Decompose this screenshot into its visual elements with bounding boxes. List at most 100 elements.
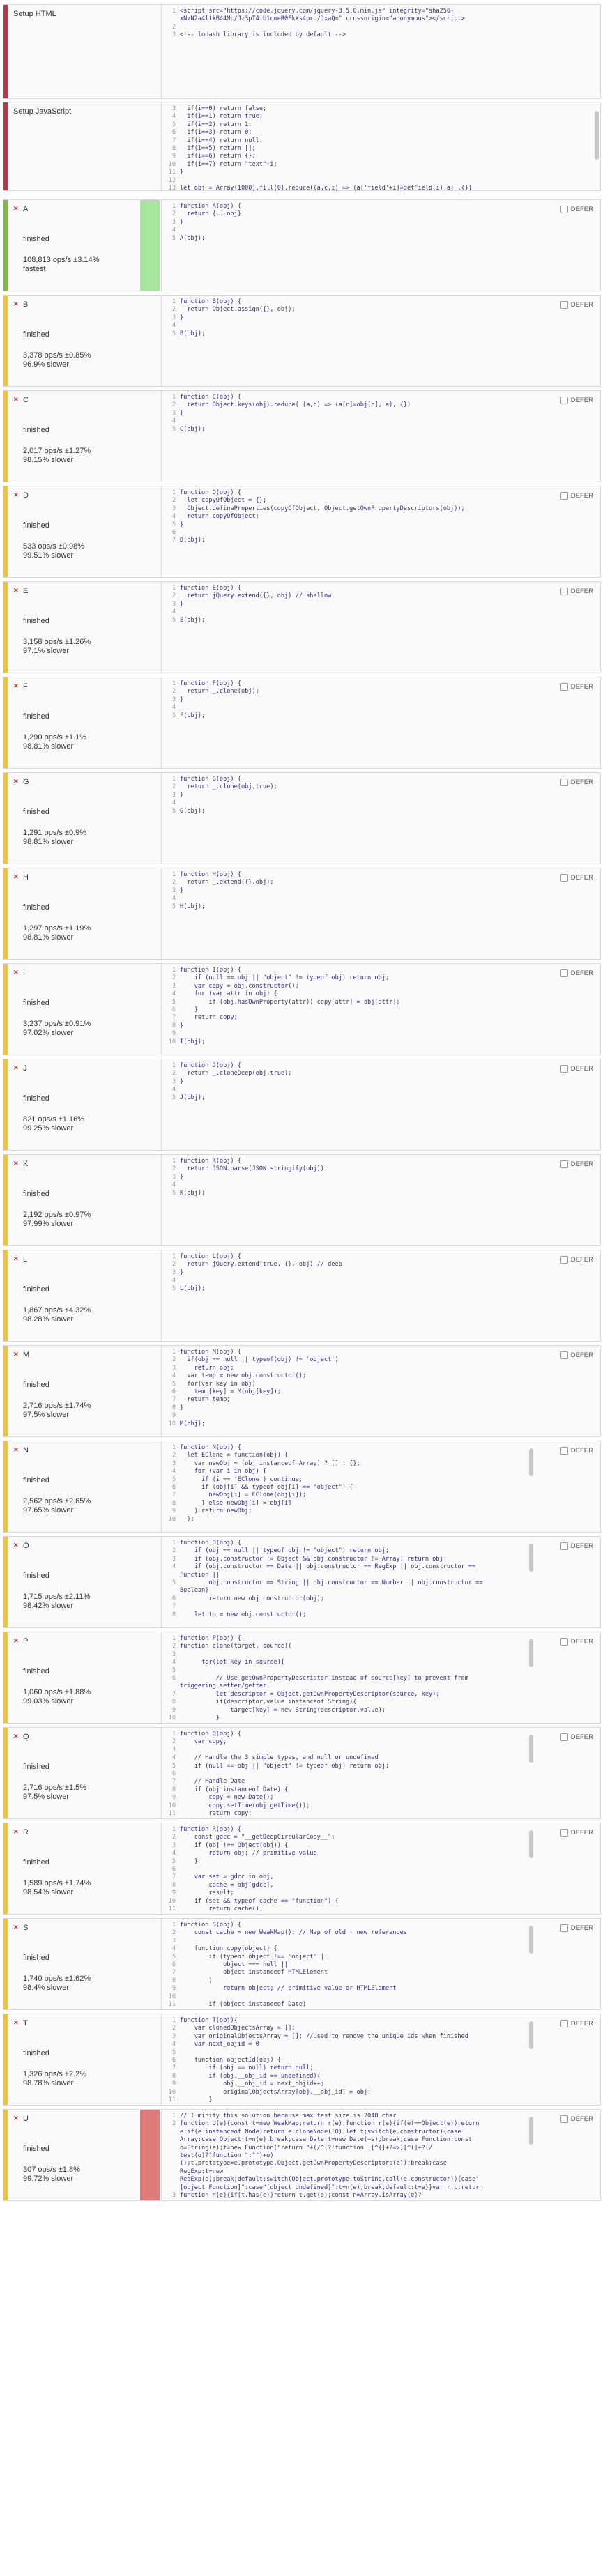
test-title[interactable]: G <box>23 778 29 786</box>
remove-test-icon[interactable]: ✕ <box>13 682 19 690</box>
code-text[interactable]: // I minify this solution because max te… <box>180 2113 537 2200</box>
code-text[interactable]: function R(obj) { const gdcc = "__getDee… <box>180 1826 537 1913</box>
remove-test-icon[interactable]: ✕ <box>13 1828 19 1836</box>
code-editor[interactable]: 1 2 3 4 5 6 7 8 9 10 11 function R(obj) { const gdc… <box>161 1823 600 1914</box>
code-editor[interactable]: 1 2 3 4 5 6 7 8 9 10 function I(obj) { if (null ==… <box>161 964 600 1055</box>
remove-test-icon[interactable]: ✕ <box>13 1924 19 1931</box>
defer-toggle[interactable]: DEFER <box>560 969 593 977</box>
code-text[interactable]: function C(obj) { return Object.keys(obj… <box>180 394 537 434</box>
defer-checkbox[interactable] <box>560 1256 568 1264</box>
defer-toggle[interactable]: DEFER <box>560 206 593 213</box>
defer-checkbox[interactable] <box>560 874 568 882</box>
scrollbar[interactable] <box>529 1544 533 1572</box>
code-text[interactable]: <script src="https://code.jquery.com/jqu… <box>180 8 586 40</box>
code-editor[interactable]: 1 2 3 4 5 6 7 8 9 10 11 function S(obj) { const cac… <box>161 1919 600 2009</box>
defer-toggle[interactable]: DEFER <box>560 683 593 691</box>
remove-test-icon[interactable]: ✕ <box>13 969 19 976</box>
code-text[interactable]: function S(obj) { const cache = new Weak… <box>180 1922 537 2009</box>
remove-test-icon[interactable]: ✕ <box>13 1255 19 1263</box>
defer-toggle[interactable]: DEFER <box>560 779 593 786</box>
defer-checkbox[interactable] <box>560 1733 568 1741</box>
code-text[interactable]: function A(obj) { return {...obj}} A(obj)… <box>180 203 537 243</box>
remove-test-icon[interactable]: ✕ <box>13 873 19 881</box>
test-title[interactable]: A <box>23 205 28 213</box>
test-title[interactable]: H <box>23 873 29 882</box>
remove-test-icon[interactable]: ✕ <box>13 1160 19 1167</box>
scrollbar[interactable] <box>529 2021 533 2049</box>
defer-toggle[interactable]: DEFER <box>560 1829 593 1837</box>
code-editor[interactable]: 3 4 5 6 7 8 9 10 11 12 13 if(i==0) return false; i… <box>161 102 600 190</box>
defer-toggle[interactable]: DEFER <box>560 1638 593 1646</box>
code-text[interactable]: function M(obj) { if(obj == null || type… <box>180 1349 537 1428</box>
defer-checkbox[interactable] <box>560 206 568 213</box>
code-text[interactable]: function L(obj) { return jQuery.extend(t… <box>180 1253 537 1293</box>
code-editor[interactable]: 1 2 3 4 5 6 7 8 9 10 11 function Q(obj) { var copy;… <box>161 1728 600 1818</box>
code-text[interactable]: function N(obj) { let EClone = function(… <box>180 1444 537 1524</box>
scrollbar[interactable] <box>529 1830 533 1858</box>
remove-test-icon[interactable]: ✕ <box>13 1733 19 1740</box>
test-title[interactable]: N <box>23 1446 29 1455</box>
code-editor[interactable]: 1 2 3 4 5 6 7 8 9 10 function P(obj) {function clo… <box>161 1632 600 1723</box>
remove-test-icon[interactable]: ✕ <box>13 587 19 595</box>
defer-checkbox[interactable] <box>560 1829 568 1837</box>
test-title[interactable]: C <box>23 396 29 404</box>
test-title[interactable]: F <box>23 682 28 691</box>
remove-test-icon[interactable]: ✕ <box>13 778 19 785</box>
code-text[interactable]: function P(obj) {function clone(target, … <box>180 1635 537 1722</box>
defer-toggle[interactable]: DEFER <box>560 1065 593 1073</box>
test-title[interactable]: D <box>23 491 29 500</box>
remove-test-icon[interactable]: ✕ <box>13 300 19 308</box>
scrollbar[interactable] <box>529 1926 533 1954</box>
remove-test-icon[interactable]: ✕ <box>13 1637 19 1645</box>
defer-checkbox[interactable] <box>560 1924 568 1932</box>
defer-toggle[interactable]: DEFER <box>560 397 593 404</box>
test-title[interactable]: K <box>23 1160 28 1168</box>
defer-toggle[interactable]: DEFER <box>560 1256 593 1264</box>
test-title[interactable]: R <box>23 1828 29 1837</box>
remove-test-icon[interactable]: ✕ <box>13 1064 19 1072</box>
code-editor[interactable]: 1 2 3 4 5 6 7 8 9 10 11 function T(obj){ var cloned… <box>161 2014 600 2105</box>
code-editor[interactable]: 1 2 3 4 5 function B(obj) { return Object.ass… <box>161 296 600 386</box>
defer-toggle[interactable]: DEFER <box>560 492 593 500</box>
defer-toggle[interactable]: DEFER <box>560 1733 593 1741</box>
code-editor[interactable]: 1 2 3 4 5 function L(obj) { return jQuery.ext… <box>161 1250 600 1341</box>
remove-test-icon[interactable]: ✕ <box>13 205 19 213</box>
defer-toggle[interactable]: DEFER <box>560 1447 593 1455</box>
defer-checkbox[interactable] <box>560 1351 568 1359</box>
scrollbar[interactable] <box>595 111 599 160</box>
test-title[interactable]: Q <box>23 1733 29 1741</box>
test-title[interactable]: P <box>23 1637 28 1646</box>
code-editor[interactable]: 1 2 3 4 5 function G(obj) { return _.clone(ob… <box>161 773 600 864</box>
defer-toggle[interactable]: DEFER <box>560 1924 593 1932</box>
code-text[interactable]: function F(obj) { return _.clone(obj);} F… <box>180 680 537 720</box>
scrollbar[interactable] <box>529 1448 533 1476</box>
code-text[interactable]: function I(obj) { if (null == obj || "ob… <box>180 967 537 1046</box>
remove-test-icon[interactable]: ✕ <box>13 1351 19 1358</box>
defer-checkbox[interactable] <box>560 683 568 691</box>
code-text[interactable]: function J(obj) { return _.cloneDeep(obj… <box>180 1062 537 1102</box>
test-title[interactable]: M <box>23 1351 29 1359</box>
defer-checkbox[interactable] <box>560 1160 568 1168</box>
remove-test-icon[interactable]: ✕ <box>13 1542 19 1549</box>
test-title[interactable]: O <box>23 1542 29 1550</box>
code-text[interactable]: if(i==0) return false; if(i==1) return t… <box>180 105 586 190</box>
defer-checkbox[interactable] <box>560 779 568 786</box>
code-editor[interactable]: 1 2 3 4 5 function F(obj) { return _.clone(ob… <box>161 677 600 768</box>
code-editor[interactable]: 1 2 3 4 5 function A(obj) { return {...obj}} A… <box>161 200 600 291</box>
defer-checkbox[interactable] <box>560 2115 568 2123</box>
defer-checkbox[interactable] <box>560 397 568 404</box>
code-editor[interactable]: 1 2 3 // I minify this solution because max… <box>161 2110 600 2200</box>
test-title[interactable]: L <box>23 1255 27 1264</box>
defer-checkbox[interactable] <box>560 969 568 977</box>
test-title[interactable]: J <box>23 1064 27 1073</box>
defer-toggle[interactable]: DEFER <box>560 588 593 595</box>
defer-checkbox[interactable] <box>560 1542 568 1550</box>
code-editor[interactable]: 1 2 3 4 5 function K(obj) { return JSON.parse… <box>161 1155 600 1245</box>
defer-checkbox[interactable] <box>560 1638 568 1646</box>
remove-test-icon[interactable]: ✕ <box>13 491 19 499</box>
defer-checkbox[interactable] <box>560 1065 568 1073</box>
test-title[interactable]: B <box>23 300 28 309</box>
remove-test-icon[interactable]: ✕ <box>13 2115 19 2122</box>
code-editor[interactable]: 1 2 3 4 5 function C(obj) { return Object.key… <box>161 391 600 482</box>
scrollbar[interactable] <box>529 2117 533 2145</box>
